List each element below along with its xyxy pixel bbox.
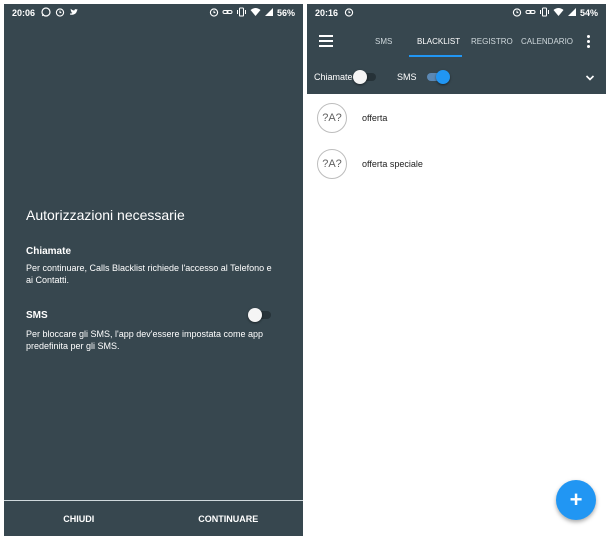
close-button[interactable]: CHIUDI [4,501,154,536]
toggle-thumb [248,308,262,322]
tab-sms[interactable]: SMS [375,37,392,46]
more-options-icon[interactable] [587,35,591,49]
status-bar: 20:06 56% [4,4,303,22]
calls-filter-toggle[interactable] [353,70,379,84]
tab-registro[interactable]: REGISTRO [471,37,513,46]
status-time: 20:16 [315,8,339,18]
sms-permission-heading: SMS [26,310,48,321]
link-icon [525,7,536,19]
sms-permission-toggle[interactable] [248,308,274,322]
list-item-label: offerta speciale [362,159,423,169]
vibrate-icon [236,7,247,19]
list-item[interactable]: ?A? offerta [307,96,606,140]
status-time: 20:06 [12,8,36,18]
chevron-down-icon[interactable] [585,70,595,81]
toggle-thumb [436,70,450,84]
continue-button[interactable]: CONTINUARE [154,501,304,536]
whatsapp-icon [41,7,51,19]
wifi-icon [553,7,564,19]
battery-level: 56% [276,8,295,18]
alarm-icon [344,7,354,19]
list-item-label: offerta [362,113,388,123]
tab-blacklist[interactable]: BLACKLIST [417,37,460,46]
signal-icon [567,7,577,19]
calls-permission-heading: Chiamate [26,246,72,257]
link-icon [222,7,233,19]
add-button[interactable]: + [556,480,596,520]
blacklist-screen: 20:16 54% SMS BLACKLIST REGISTRO CALENDA… [307,4,606,536]
active-tab-indicator [409,55,462,57]
sms-filter-label: SMS [397,72,417,82]
vibrate-icon [539,7,550,19]
twitter-icon [69,7,79,19]
dialog-button-bar: CHIUDI CONTINUARE [4,500,303,536]
alarm-icon [512,7,522,19]
calls-filter-label: Chiamate [314,72,353,82]
text-pattern-icon: ?A? [317,149,347,179]
page-title: Autorizzazioni necessarie [26,207,185,223]
text-pattern-icon: ?A? [317,103,347,133]
wifi-icon [250,7,261,19]
toggle-thumb [353,70,367,84]
battery-level: 54% [579,8,598,18]
status-bar: 20:16 54% [307,4,606,22]
alarm-icon [55,7,65,19]
list-item[interactable]: ?A? offerta speciale [307,142,606,186]
tab-calendario[interactable]: CALENDARIO [521,37,573,46]
permissions-screen: 20:06 56% Autorizzazioni necessarie Chia… [4,4,303,536]
app-bar: 20:16 54% SMS BLACKLIST REGISTRO CALENDA… [307,4,606,94]
alarm-icon [209,7,219,19]
calls-permission-text: Per continuare, Calls Blacklist richiede… [26,263,272,285]
sms-permission-text: Per bloccare gli SMS, l'app dev'essere i… [26,329,264,351]
status-right: 54% [512,7,598,19]
status-right: 56% [209,7,295,19]
sms-filter-toggle[interactable] [424,70,450,84]
signal-icon [264,7,274,19]
hamburger-menu-icon[interactable] [319,35,333,47]
